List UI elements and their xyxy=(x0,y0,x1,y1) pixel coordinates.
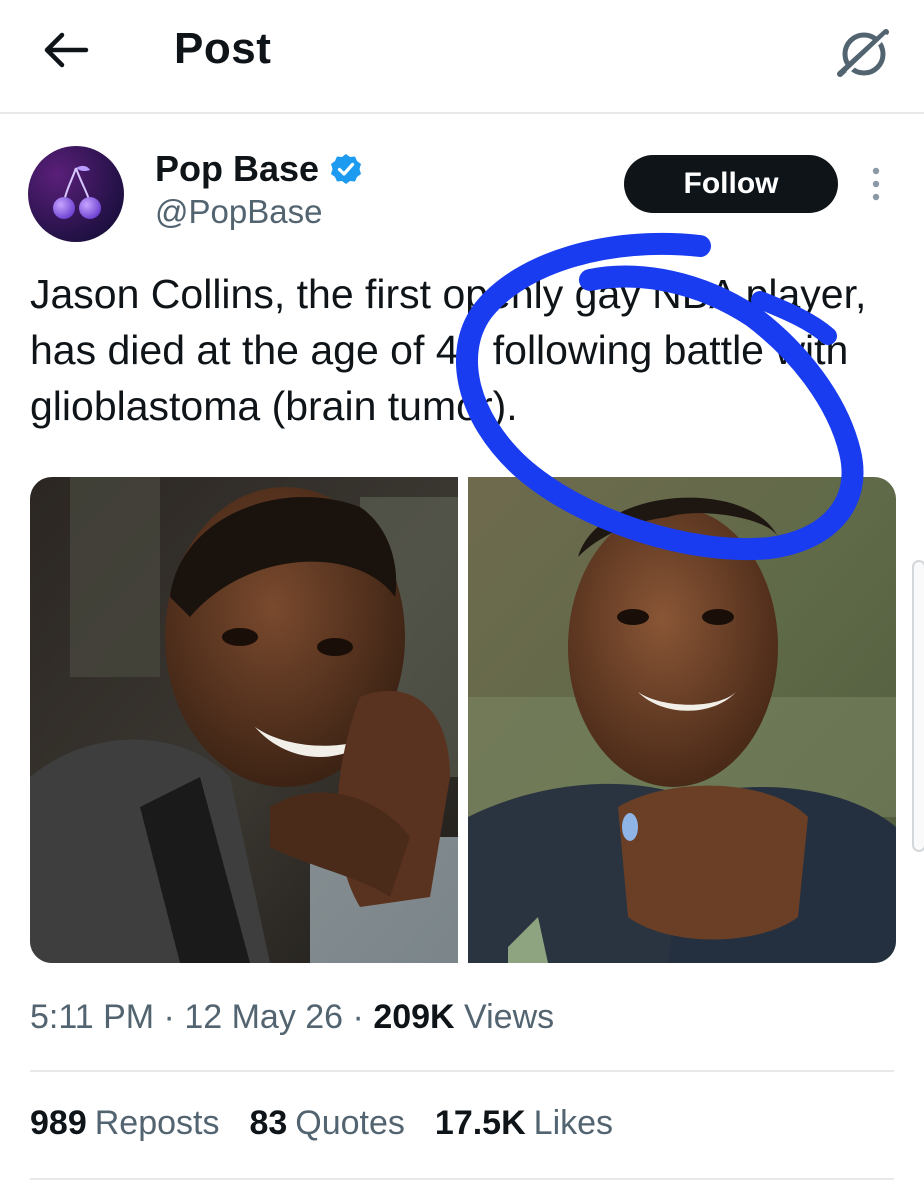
reposts-stat[interactable]: 989 Reposts xyxy=(30,1104,219,1143)
quotes-label: Quotes xyxy=(295,1104,405,1142)
top-bar: Post xyxy=(0,0,924,112)
quotes-count: 83 xyxy=(249,1104,288,1142)
quotes-stat[interactable]: 83 Quotes xyxy=(249,1104,404,1143)
more-vertical-icon[interactable] xyxy=(866,164,886,204)
post-meta: 5:11 PM · 12 May 26 · 209K Views xyxy=(30,998,554,1037)
arrow-left-icon[interactable] xyxy=(40,28,92,72)
author-handle[interactable]: @PopBase xyxy=(155,193,322,231)
post-date[interactable]: 12 May 26 xyxy=(184,998,343,1036)
portrait-photo xyxy=(468,477,896,963)
views-count: 209K xyxy=(373,998,455,1036)
reposts-label: Reposts xyxy=(94,1104,220,1142)
meta-separator: · xyxy=(154,998,185,1036)
views-label: Views xyxy=(454,998,555,1036)
follow-button[interactable]: Follow xyxy=(624,155,838,213)
post-image-right[interactable] xyxy=(468,477,896,963)
post-image-left[interactable] xyxy=(30,477,458,963)
page-title: Post xyxy=(174,24,272,73)
stats-divider-bottom xyxy=(30,1178,894,1180)
likes-stat[interactable]: 17.5K Likes xyxy=(435,1104,613,1143)
author-display-name[interactable]: Pop Base xyxy=(155,148,319,190)
verified-badge-icon xyxy=(331,154,362,184)
scrollbar-thumb[interactable] xyxy=(912,560,924,852)
author-name-row[interactable]: Pop Base xyxy=(155,148,363,190)
likes-count: 17.5K xyxy=(434,1104,526,1142)
stats-divider-top xyxy=(30,1070,894,1072)
likes-label: Likes xyxy=(533,1104,614,1142)
header-divider xyxy=(0,112,924,114)
reposts-count: 989 xyxy=(30,1104,87,1142)
meta-separator: · xyxy=(343,998,374,1036)
grok-icon[interactable] xyxy=(836,24,892,80)
engagement-stats: 989 Reposts 83 Quotes 17.5K Likes xyxy=(30,1104,613,1143)
post-text: Jason Collins, the first openly gay NBA … xyxy=(30,271,867,429)
cherries-icon xyxy=(28,146,124,242)
portrait-photo xyxy=(30,477,458,963)
post-time[interactable]: 5:11 PM xyxy=(30,998,154,1036)
avatar[interactable] xyxy=(28,146,124,242)
